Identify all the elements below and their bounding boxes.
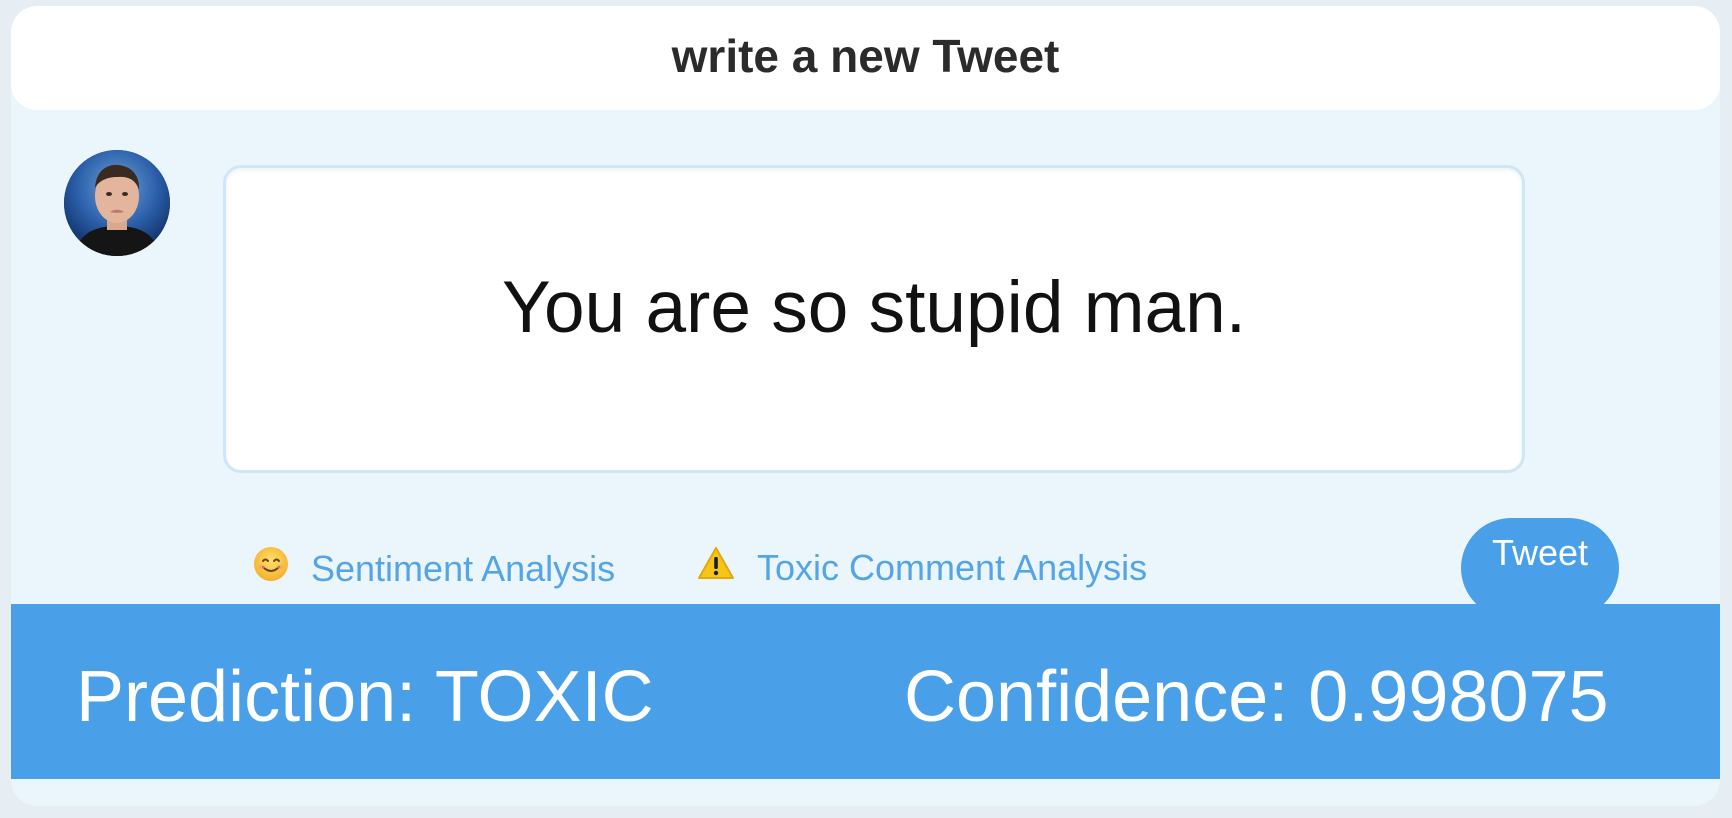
smiley-face-icon (253, 546, 289, 591)
avatar (64, 150, 170, 256)
prediction-result-bar: Prediction: TOXIC Confidence: 0.998075 (11, 604, 1720, 779)
tweet-input[interactable]: You are so stupid man. (223, 165, 1525, 473)
warning-icon (697, 546, 735, 589)
composer-header: write a new Tweet (11, 6, 1720, 110)
tweet-button[interactable]: Tweet (1461, 518, 1619, 618)
page-title: write a new Tweet (671, 30, 1060, 82)
tweet-input-text: You are so stupid man. (501, 266, 1246, 348)
sentiment-analysis-label: Sentiment Analysis (311, 547, 616, 589)
toxic-comment-analysis-link[interactable]: Toxic Comment Analysis (697, 546, 1147, 589)
tweet-composer-card: write a new Tweet You are so stupid man. (11, 6, 1720, 806)
sentiment-analysis-link[interactable]: Sentiment Analysis (253, 546, 615, 591)
toxic-comment-analysis-label: Toxic Comment Analysis (757, 546, 1148, 588)
confidence-score: Confidence: 0.998075 (904, 657, 1609, 737)
prediction-label: Prediction: TOXIC (76, 657, 654, 737)
user-avatar-icon (64, 150, 170, 256)
